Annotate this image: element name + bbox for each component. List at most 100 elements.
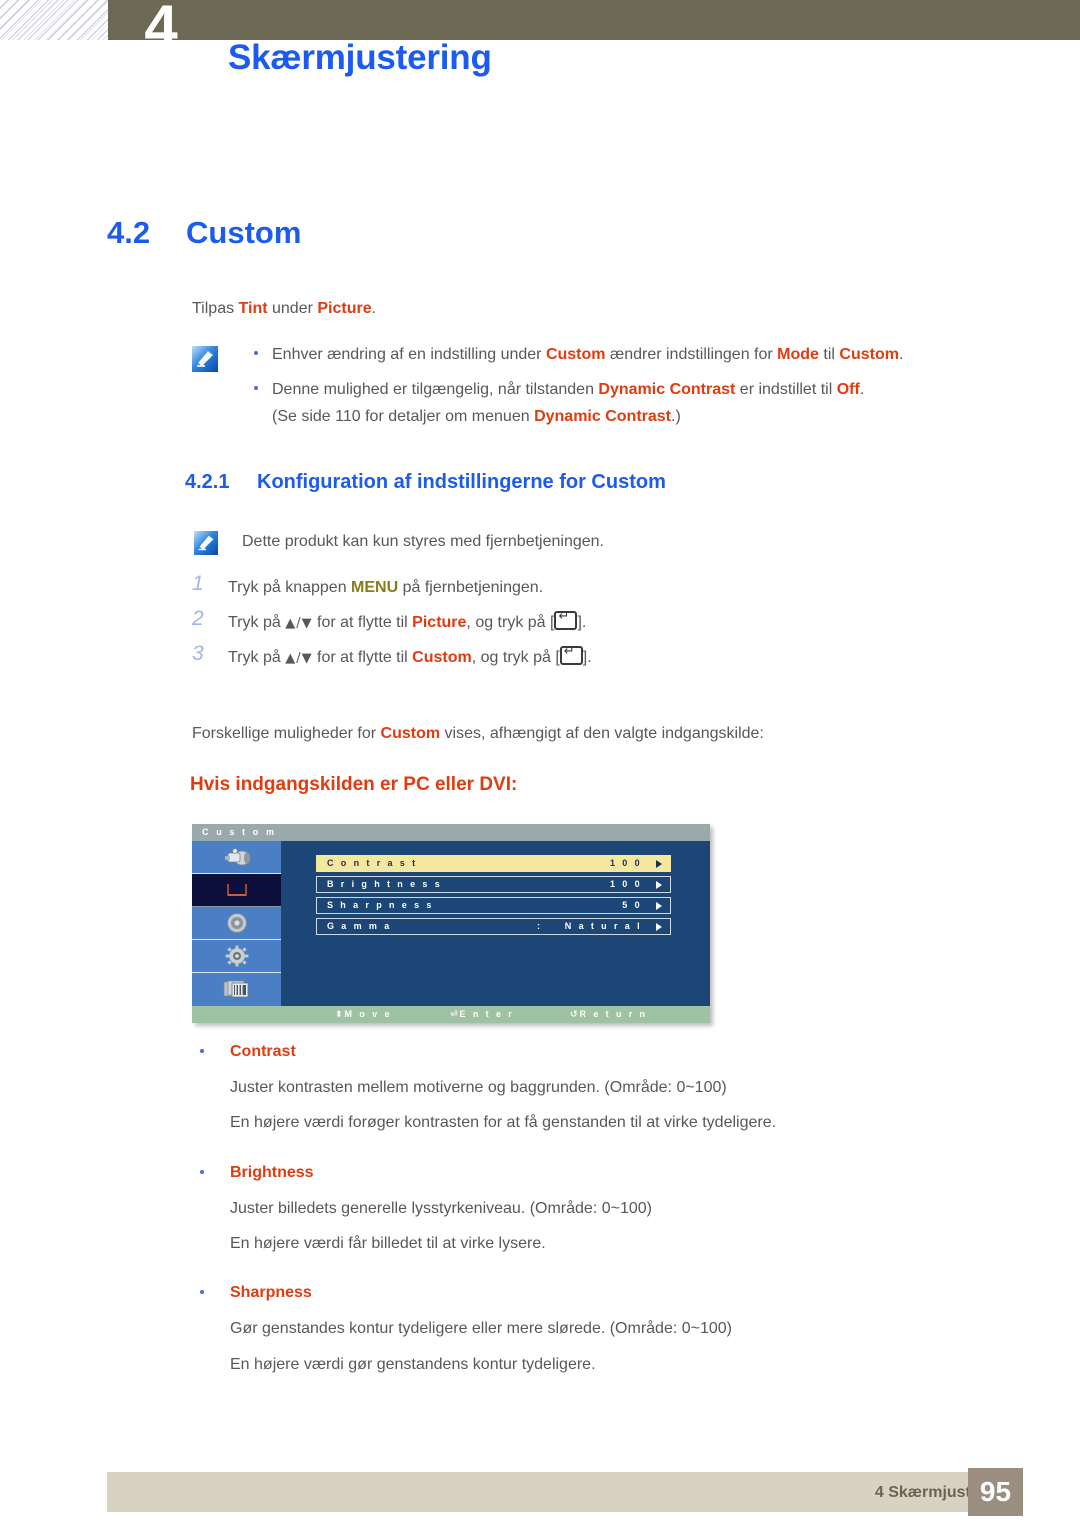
bullet-dot-icon [200, 1049, 204, 1053]
osd-footer-move: ⬍ M o v e [335, 1006, 392, 1024]
description-line: Juster billedets generelle lysstyrkenive… [230, 1199, 652, 1217]
step-number: 3 [192, 642, 204, 665]
description-title: Sharpness [230, 1284, 312, 1302]
note-bullet-2: Denne mulighed er tilgængelig, når tilst… [246, 378, 966, 401]
return-arrow-icon: ↺ [570, 1010, 578, 1020]
step-number: 2 [192, 607, 204, 630]
header-bar [108, 0, 1080, 40]
s2-p2: , og tryk på [ [466, 614, 555, 631]
n1b1-k3: Custom [839, 346, 899, 363]
osd-sidebar-item-settings[interactable] [192, 940, 281, 973]
n1b2-p2: er indstillet til [735, 381, 837, 399]
n1b1-p4: . [898, 346, 904, 363]
description-line: Juster kontrasten mellem motiverne og ba… [230, 1079, 727, 1097]
screen-adjust-icon [226, 884, 247, 896]
description-line: En højere værdi forøger kontrasten for a… [230, 1114, 777, 1132]
variants-text: Forskellige muligheder for Custom vises,… [192, 722, 764, 745]
n1b1-p1: Enhver ændring af en indstilling under [272, 346, 546, 363]
osd-row-contrast[interactable]: C o n t r a s t 1 0 0 [316, 855, 671, 872]
v-p1: Forskellige muligheder for [192, 725, 381, 742]
s2-p3: ]. [577, 614, 587, 631]
decorative-hatch-pattern [0, 0, 108, 40]
osd-footer-return: ↺ R e t u r n [570, 1006, 647, 1024]
osd-row-sharpness[interactable]: S h a r p n e s s 5 0 [316, 897, 671, 914]
intro-keyword-picture: Picture [317, 300, 372, 317]
osd-row-gamma[interactable]: G a m m a : N a t u r a l [316, 918, 671, 935]
description-line: Gør genstandes kontur tydeligere eller m… [230, 1320, 733, 1338]
n1b2-k2: Off [836, 381, 860, 399]
document-title: Skærmjustering [228, 38, 492, 77]
n1b2s-k1: Dynamic Contrast [534, 408, 671, 426]
v-p2: vises, afhængigt af den valgte indgangsk… [440, 725, 764, 742]
step-text: Tryk på knappen MENU på fjernbetjeningen… [228, 576, 543, 599]
osd-sidebar [192, 841, 281, 1006]
osd-sidebar-item-screen-adjust[interactable] [192, 874, 281, 907]
section-intro-text: Tilpas Tint under Picture. [192, 297, 376, 320]
pc-dvi-heading: Hvis indgangskilden er PC eller DVI: [190, 774, 518, 795]
osd-main-panel: C o n t r a s t 1 0 0 B r i g h t n e s … [281, 841, 710, 1006]
v-k1: Custom [380, 725, 441, 742]
osd-row-colon: : [537, 921, 543, 931]
steps-list: 1 Tryk på knappen MENU på fjernbetjening… [192, 572, 952, 677]
note-pencil-icon [192, 346, 218, 372]
descriptions-list: Contrast Juster kontrasten mellem motive… [192, 1040, 952, 1388]
s2-k1: Picture [412, 614, 467, 631]
bullet-dot-icon [254, 351, 258, 355]
description-heading: Brightness [192, 1161, 952, 1184]
up-down-arrows-icon: ▲/▼ [285, 616, 313, 631]
note-bullet-2-subline: (Se side 110 for detaljer om menuen Dyna… [246, 405, 966, 428]
page-number: 95 [968, 1468, 1023, 1516]
description-heading: Sharpness [192, 1281, 952, 1304]
intro-keyword-tint: Tint [238, 300, 268, 317]
s2-p1b: for at flytte til [312, 614, 413, 631]
s3-p3: ]. [582, 649, 592, 666]
subsection-number: 4.2.1 [185, 471, 230, 493]
osd-sidebar-item-projector[interactable] [192, 841, 281, 874]
osd-row-label: S h a r p n e s s [327, 900, 434, 910]
s3-p2: , og tryk på [ [471, 649, 560, 666]
step-text: Tryk på ▲/▼ for at flytte til Custom, og… [228, 643, 592, 669]
n1b2-k1: Dynamic Contrast [598, 381, 736, 399]
note-block-2-text: Dette produkt kan kun styres med fjernbe… [242, 533, 604, 550]
s1-p1: Tryk på knappen [228, 579, 352, 596]
speaker-icon [226, 913, 247, 933]
multi-screen-icon [223, 980, 248, 997]
n1b2-p3: . [859, 381, 865, 399]
osd-row-value: N a t u r a l [564, 921, 642, 931]
intro-end: . [371, 300, 377, 317]
enter-key-icon [559, 643, 583, 665]
osd-row-value: 1 0 0 [609, 858, 642, 868]
s1-p2: på fjernbetjeningen. [398, 579, 544, 596]
intro-pre: Tilpas [192, 300, 239, 317]
chevron-right-icon [656, 902, 662, 910]
osd-footer-bar: ⬍ M o v e ⏎ E n t e r ↺ R e t u r n [192, 1006, 710, 1023]
n1b2-p1: Denne mulighed er tilgængelig, når tilst… [272, 381, 599, 399]
osd-row-brightness[interactable]: B r i g h t n e s s 1 0 0 [316, 876, 671, 893]
osd-sidebar-item-speaker[interactable] [192, 907, 281, 940]
bullet-dot-icon [200, 1290, 204, 1295]
step-item: 1 Tryk på knappen MENU på fjernbetjening… [192, 572, 952, 607]
step-item: 2 Tryk på ▲/▼ for at flytte til Picture,… [192, 607, 952, 642]
chevron-right-icon [656, 860, 662, 868]
intro-mid: under [267, 300, 318, 317]
up-down-arrows-icon: ▲/▼ [285, 651, 313, 666]
step-text: Tryk på ▲/▼ for at flytte til Picture, o… [228, 608, 587, 634]
step-number: 1 [192, 572, 204, 595]
description-heading: Contrast [192, 1040, 952, 1063]
n1b1-k1: Custom [545, 346, 606, 363]
chevron-right-icon [656, 923, 662, 931]
description-title: Contrast [230, 1043, 296, 1060]
s3-k1: Custom [412, 649, 472, 666]
projector-icon [224, 848, 250, 866]
s3-p1b: for at flytte til [312, 649, 413, 666]
subsection-title: Konfiguration af indstillingerne for Cus… [257, 471, 666, 493]
bullet-dot-icon [200, 1169, 204, 1174]
note-pencil-icon [194, 531, 218, 555]
osd-sidebar-item-multiscreen[interactable] [192, 973, 281, 1006]
description-line: En højere værdi får billedet til at virk… [230, 1234, 546, 1252]
section-title: Custom [186, 215, 302, 250]
osd-title: C u s t o m [192, 824, 710, 841]
section-number: 4.2 [107, 215, 151, 250]
